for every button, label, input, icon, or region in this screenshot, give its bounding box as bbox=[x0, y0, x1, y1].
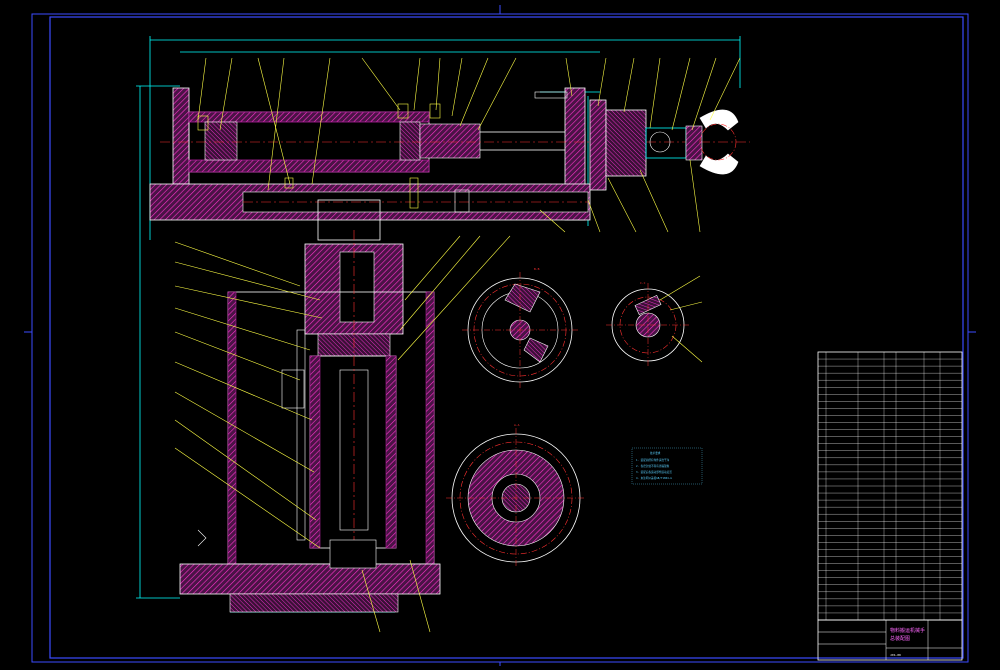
notes-heading: 技术要求 bbox=[650, 451, 661, 455]
section-label-b: B-B bbox=[534, 267, 540, 271]
note-line: 3. 装配后各运动部件运动灵活 bbox=[636, 470, 672, 474]
horizontal-arm bbox=[149, 87, 750, 221]
title-block-sub: 总装配图 bbox=[890, 635, 910, 642]
drawing-sheet: 技术要求 1. 装配前所有零件清洗干净 2. 各密封处不得有渗漏现象 3. 装配… bbox=[24, 5, 976, 666]
title-block-drawing-no: JXS-00 bbox=[890, 653, 901, 657]
section-view-a bbox=[446, 428, 586, 568]
gripper-assembly bbox=[589, 99, 739, 191]
note-line: 4. 未注明公差按GB/T1804-m bbox=[636, 476, 672, 480]
section-label-c: C-C bbox=[640, 281, 646, 285]
note-line: 1. 装配前所有零件清洗干净 bbox=[636, 458, 670, 462]
sheet-frame bbox=[24, 5, 976, 666]
parts-list: 物料搬运机械手 总装配图 JXS-00 bbox=[817, 351, 963, 661]
title-block-name: 物料搬运机械手 bbox=[890, 627, 925, 634]
technical-notes: 技术要求 1. 装配前所有零件清洗干净 2. 各密封处不得有渗漏现象 3. 装配… bbox=[631, 447, 703, 485]
section-view-b bbox=[462, 272, 578, 388]
vertical-column bbox=[179, 199, 441, 613]
parts-list-rows bbox=[818, 352, 962, 620]
section-view-c bbox=[606, 275, 703, 367]
note-line: 2. 各密封处不得有渗漏现象 bbox=[636, 464, 670, 468]
section-label-a: A-A bbox=[514, 423, 520, 427]
cad-viewport[interactable]: 技术要求 1. 装配前所有零件清洗干净 2. 各密封处不得有渗漏现象 3. 装配… bbox=[0, 0, 1000, 666]
grid-marker-icon bbox=[197, 529, 207, 547]
